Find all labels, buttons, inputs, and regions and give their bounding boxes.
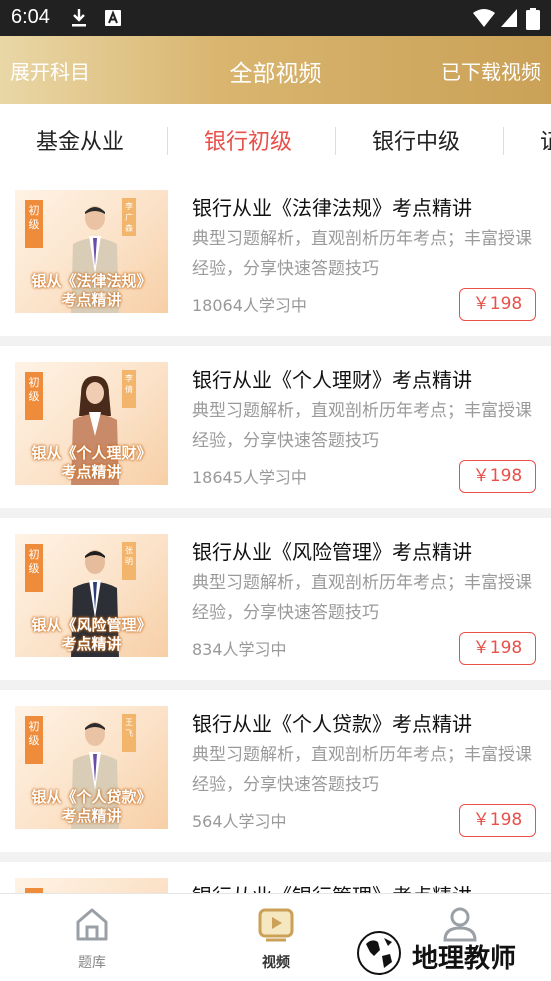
course-thumbnail: 初级 王飞 银从《个人贷款》 考点精讲 (15, 706, 168, 829)
tab-fund[interactable]: 基金从业 (36, 124, 124, 156)
teacher-name-tag: 李倩 (122, 370, 136, 408)
course-description: 典型习题解析，直观剖析历年考点；丰富授课经验，分享快速答题技巧 (192, 745, 532, 795)
course-thumbnail: 初级 李倩 银从《个人理财》 考点精讲 (15, 362, 168, 485)
course-card[interactable]: 初级 李倩 银从《个人理财》 考点精讲 银行从业《个人理财》考点精讲 典型习题解… (0, 346, 551, 508)
signal-icon (501, 9, 517, 27)
tab-securities[interactable]: 证 (540, 124, 551, 156)
price-button[interactable]: ￥198 (459, 288, 536, 321)
teacher-name-tag: 李广森 (122, 198, 136, 236)
course-description: 典型习题解析，直观剖析历年考点；丰富授课经验，分享快速答题技巧 (192, 229, 532, 279)
tab-bank-junior[interactable]: 银行初级 (204, 124, 292, 156)
course-thumbnail: 初级 张明 银从《风险管理》 考点精讲 (15, 534, 168, 657)
thumbnail-caption: 银从《个人理财》 (31, 444, 152, 462)
nav-video[interactable]: 视频 (216, 894, 336, 981)
wifi-icon (473, 9, 495, 27)
course-card[interactable]: 初级 李广森 银从《法律法规》 考点精讲 银行从业《法律法规》考点精讲 典型习题… (0, 174, 551, 336)
subject-tabs: 基金从业 银行初级 银行中级 证 (0, 104, 551, 174)
price-button[interactable]: ￥198 (459, 804, 536, 837)
tab-divider (335, 127, 336, 155)
house-icon (76, 908, 108, 941)
course-title: 银行从业《法律法规》考点精讲 (192, 196, 472, 220)
course-description: 典型习题解析，直观剖析历年考点；丰富授课经验，分享快速答题技巧 (192, 573, 532, 623)
watermark-text: 地理教师 (412, 944, 517, 974)
header-bar: 展开科目 全部视频 已下载视频 (0, 36, 551, 104)
level-tag: 初级 (25, 200, 43, 248)
text-a-icon (105, 10, 121, 26)
thumbnail-caption: 银从《法律法规》 (31, 272, 152, 290)
nav-question-bank[interactable]: 题库 (32, 894, 152, 981)
teacher-name-tag: 张明 (122, 542, 136, 580)
tab-divider (503, 127, 504, 155)
globe-logo-icon (357, 931, 401, 975)
course-card[interactable]: 初级 王飞 银从《个人贷款》 考点精讲 银行从业《个人贷款》考点精讲 典型习题解… (0, 690, 551, 852)
tab-bank-intermediate[interactable]: 银行中级 (372, 124, 460, 156)
learner-count: 18064人学习中 (192, 296, 307, 315)
tab-divider (167, 127, 168, 155)
thumbnail-caption: 考点精讲 (61, 291, 122, 309)
course-title: 银行从业《个人贷款》考点精讲 (192, 712, 472, 736)
course-description: 典型习题解析，直观剖析历年考点；丰富授课经验，分享快速答题技巧 (192, 401, 532, 451)
learner-count: 834人学习中 (192, 640, 287, 659)
thumbnail-caption: 银从《个人贷款》 (31, 788, 152, 806)
level-tag: 初级 (25, 716, 43, 764)
status-time: 6:04 (11, 6, 50, 28)
price-button[interactable]: ￥198 (459, 632, 536, 665)
price-button[interactable]: ￥198 (459, 460, 536, 493)
nav-label: 题库 (78, 955, 106, 971)
thumbnail-caption: 银从《风险管理》 (31, 616, 152, 634)
course-title: 银行从业《个人理财》考点精讲 (192, 368, 472, 392)
thumbnail-caption: 考点精讲 (61, 635, 122, 653)
thumbnail-caption: 考点精讲 (61, 807, 122, 825)
teacher-name-tag: 王飞 (122, 714, 136, 752)
download-icon (72, 9, 86, 27)
level-tag: 初级 (25, 544, 43, 592)
learner-count: 564人学习中 (192, 812, 287, 831)
video-icon (258, 908, 294, 942)
thumbnail-caption: 考点精讲 (61, 463, 122, 481)
course-card[interactable]: 初级 张明 银从《风险管理》 考点精讲 银行从业《风险管理》考点精讲 典型习题解… (0, 518, 551, 680)
watermark: 地理教师 (350, 928, 546, 978)
learner-count: 18645人学习中 (192, 468, 307, 487)
level-tag: 初级 (25, 372, 43, 420)
status-bar: 6:04 (0, 0, 551, 36)
downloaded-videos-button[interactable]: 已下载视频 (441, 56, 541, 85)
course-thumbnail: 初级 李广森 银从《法律法规》 考点精讲 (15, 190, 168, 313)
nav-label: 视频 (262, 955, 290, 971)
course-title: 银行从业《风险管理》考点精讲 (192, 540, 472, 564)
battery-icon (526, 8, 540, 30)
